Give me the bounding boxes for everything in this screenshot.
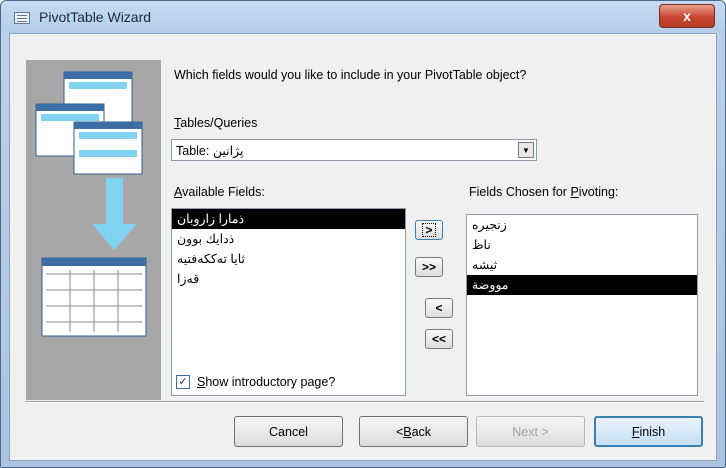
show-intro-label: Show introductory page? <box>197 375 336 389</box>
chosen-field-item[interactable]: مووضة <box>467 275 697 295</box>
finish-button[interactable]: Finish <box>594 416 703 447</box>
chosen-field-item[interactable]: زنجیره <box>467 215 697 235</box>
window-title: PivotTable Wizard <box>39 9 152 25</box>
close-button[interactable]: x <box>659 4 715 28</box>
wizard-illustration <box>26 60 161 400</box>
pivot-table-icon <box>14 12 30 24</box>
add-all-fields-button[interactable]: >> <box>415 257 443 277</box>
separator <box>25 401 704 403</box>
remove-field-button[interactable]: < <box>425 298 453 318</box>
tables-queries-dropdown[interactable]: Table: پژانین ▼ <box>171 139 537 161</box>
remove-all-fields-button[interactable]: << <box>425 329 453 349</box>
available-field-item[interactable]: قەزا <box>172 269 405 289</box>
available-field-item[interactable]: ذدایك بوون <box>172 229 405 249</box>
dialog-client: Which fields would you like to include i… <box>9 33 717 461</box>
wizard-prompt: Which fields would you like to include i… <box>174 68 527 82</box>
cancel-button[interactable]: Cancel <box>234 416 343 447</box>
back-button[interactable]: < Back <box>359 416 468 447</box>
chosen-field-item[interactable]: ثیشە <box>467 255 697 275</box>
chosen-field-item[interactable]: ناظ <box>467 235 697 255</box>
available-fields-label: Available Fields: <box>174 185 265 199</box>
tables-queries-label: Tables/Queries <box>174 116 258 130</box>
dropdown-arrow-icon[interactable]: ▼ <box>518 142 534 158</box>
available-fields-list[interactable]: ذمارا زاروبان ذدایك بوون ثایا تەککەفتیە … <box>171 208 406 396</box>
fields-chosen-list[interactable]: زنجیره ناظ ثیشە مووضة <box>466 214 698 396</box>
fields-chosen-label: Fields Chosen for Pivoting: <box>469 185 619 199</box>
dialog-window: PivotTable Wizard x Which fields would y… <box>0 0 726 468</box>
show-intro-checkbox[interactable]: ✓ <box>176 375 190 389</box>
title-bar[interactable]: PivotTable Wizard x <box>1 1 725 33</box>
add-field-button[interactable]: > <box>415 220 443 240</box>
available-field-item[interactable]: ذمارا زاروبان <box>172 209 405 229</box>
next-button[interactable]: Next > <box>476 416 585 447</box>
tables-queries-value: Table: پژانین <box>176 144 244 158</box>
available-field-item[interactable]: ثایا تەککەفتیە <box>172 249 405 269</box>
